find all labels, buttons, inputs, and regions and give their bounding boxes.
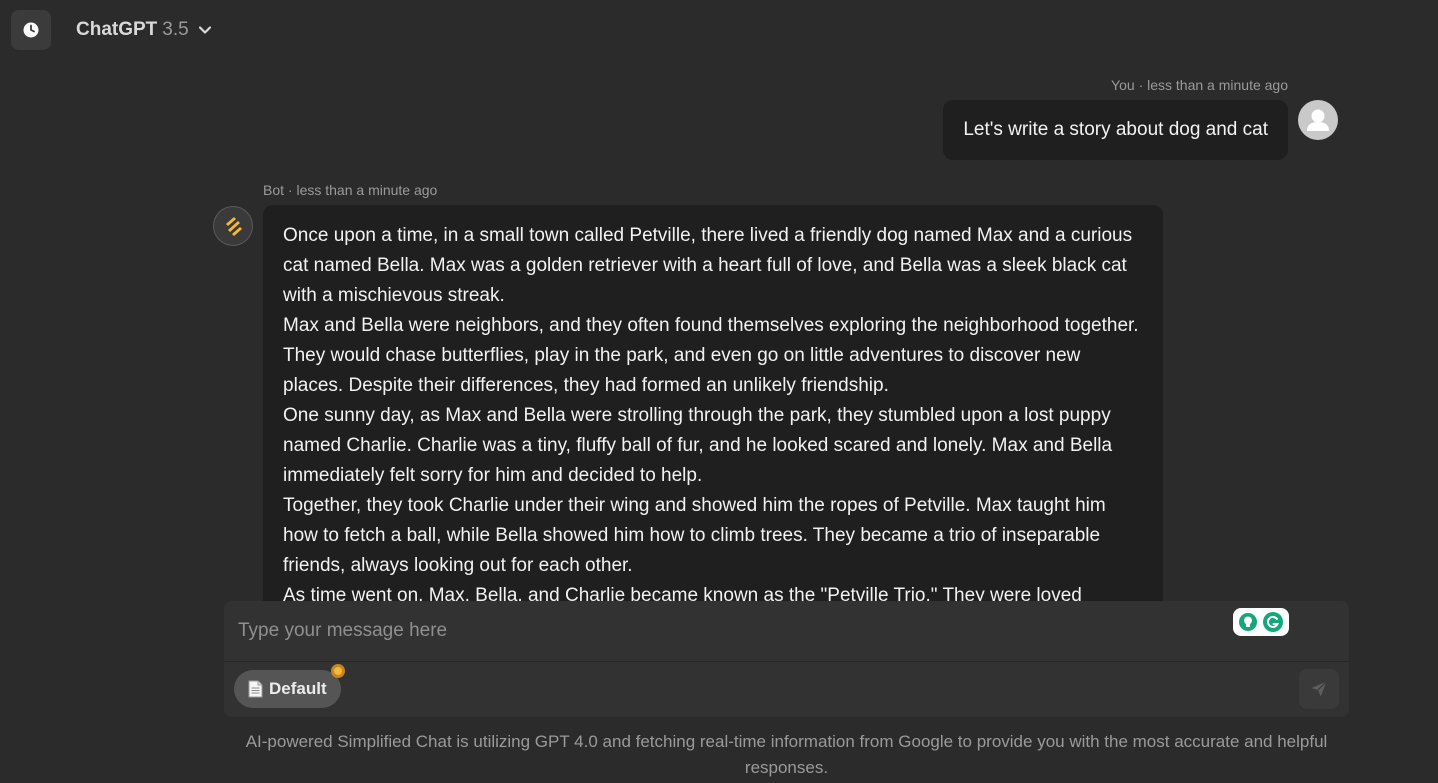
user-message-meta: You · less than a minute ago xyxy=(1111,77,1288,93)
bot-message-paragraph: Together, they took Charlie under their … xyxy=(283,495,1106,576)
grammarly-icon xyxy=(1263,612,1283,632)
bot-logo-icon xyxy=(213,206,253,246)
send-button[interactable] xyxy=(1299,669,1339,709)
disclaimer-text: AI-powered Simplified Chat is utilizing … xyxy=(245,732,1328,777)
notification-dot xyxy=(330,664,345,678)
meta-separator: · xyxy=(1138,77,1144,93)
model-version: 3.5 xyxy=(162,19,189,40)
composer-divider xyxy=(224,661,1349,662)
chevron-down-icon xyxy=(198,26,211,34)
message-composer: Default xyxy=(224,601,1349,717)
user-sender: You xyxy=(1111,77,1135,93)
user-message-bubble: Let's write a story about dog and cat xyxy=(943,100,1288,160)
bot-sender: Bot xyxy=(263,182,285,198)
model-name: ChatGPT xyxy=(76,19,158,40)
prompt-template-chip[interactable]: Default xyxy=(234,664,345,708)
document-icon xyxy=(248,680,263,698)
user-timestamp: less than a minute ago xyxy=(1147,77,1288,93)
clock-icon xyxy=(23,22,39,38)
chip-label: Default xyxy=(269,679,327,698)
bot-timestamp: less than a minute ago xyxy=(296,182,438,198)
user-message-text: Let's write a story about dog and cat xyxy=(963,119,1268,140)
grammarly-widget[interactable] xyxy=(1233,608,1289,636)
model-selector[interactable]: ChatGPT 3.5 xyxy=(76,16,213,44)
bot-message-bubble: Once upon a time, in a small town called… xyxy=(263,205,1163,625)
lightbulb-icon xyxy=(1239,613,1257,631)
bot-message-paragraph: Once upon a time, in a small town called… xyxy=(283,225,1133,306)
message-input[interactable] xyxy=(224,601,1252,661)
chat-app: ChatGPT 3.5 You · less than a minute ago… xyxy=(0,0,1438,783)
bot-message-paragraph: Max and Bella were neighbors, and they o… xyxy=(283,315,1139,396)
user-avatar-icon xyxy=(1298,100,1338,140)
bot-message-paragraph: One sunny day, as Max and Bella were str… xyxy=(283,405,1113,486)
bot-message-meta: Bot · less than a minute ago xyxy=(263,182,437,198)
send-icon xyxy=(1311,681,1327,697)
meta-separator: · xyxy=(287,182,293,198)
history-button[interactable] xyxy=(11,10,51,50)
